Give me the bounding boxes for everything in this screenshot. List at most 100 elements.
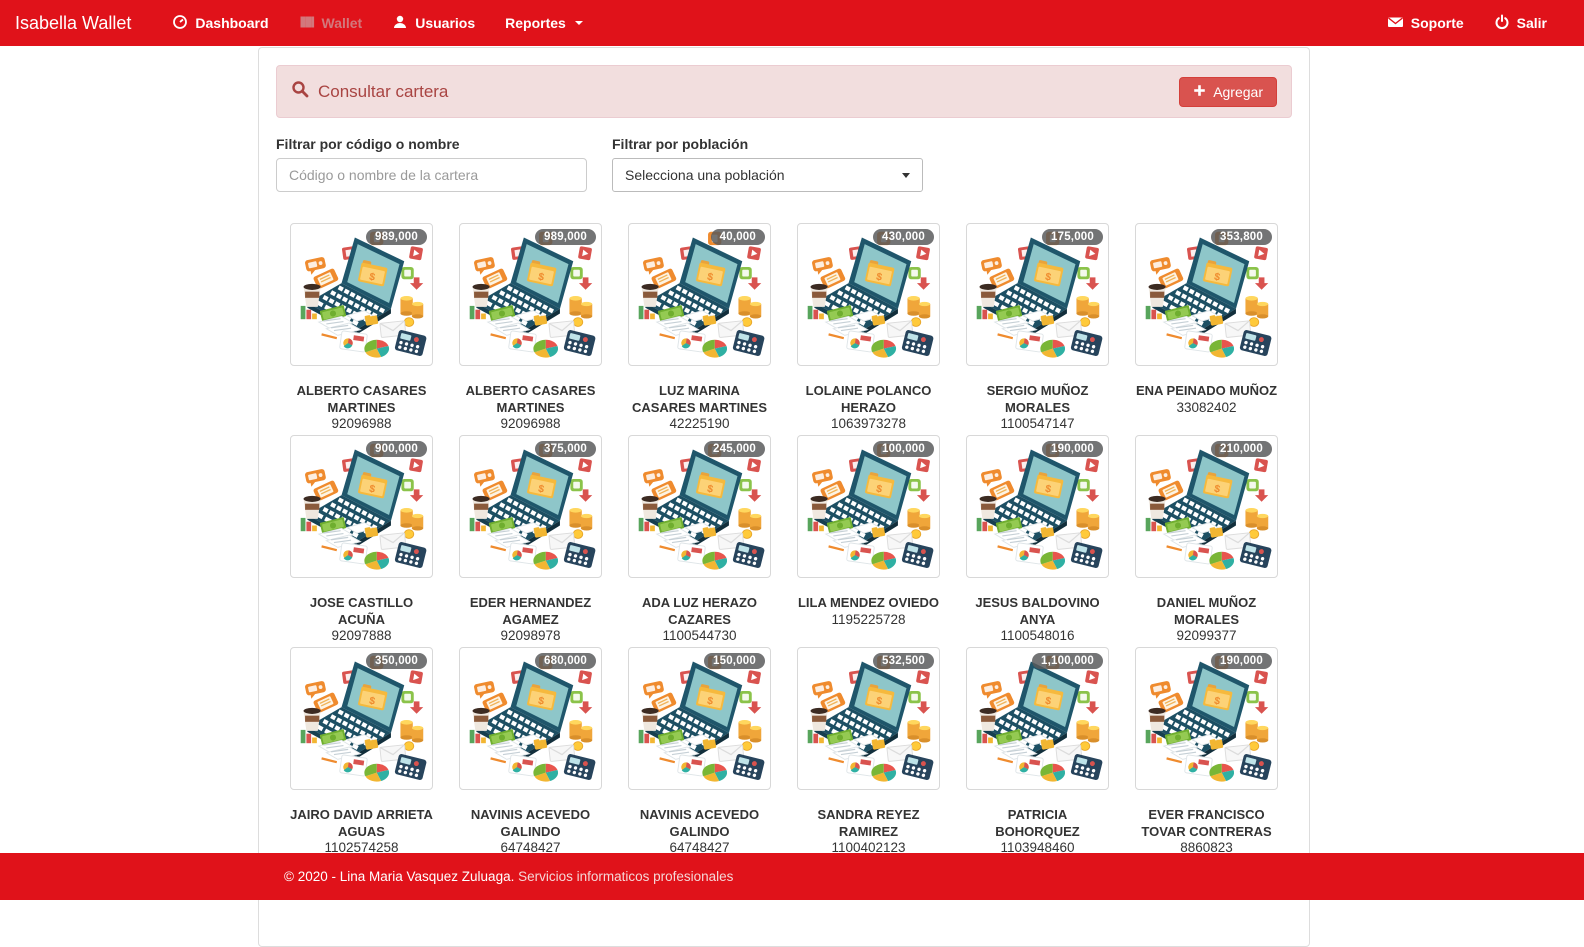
panel-title: Consultar cartera [318,82,448,102]
wallet-card[interactable]: 989,000 ALBERTO CASARES MARTINES 9209698… [290,223,433,435]
nav-item-usuarios[interactable]: Usuarios [377,0,490,46]
wallet-card-image[interactable]: 1,100,000 [966,647,1109,790]
top-navbar: Isabella Wallet Dashboard Wallet Usuario… [0,0,1584,46]
wallet-amount-badge: 210,000 [1211,441,1272,457]
code-search-input[interactable] [276,158,587,192]
main-nav: Dashboard Wallet Usuarios Reportes [157,0,597,46]
wallet-card-id: 92096988 [290,416,433,432]
wallet-amount-badge: 375,000 [535,441,596,457]
wallet-card-id: 92096988 [459,416,602,432]
wallet-card-image[interactable]: 100,000 [797,435,940,578]
chevron-down-icon [575,21,583,25]
wallet-card-id: 1063973278 [797,416,940,432]
wallet-card-name: DANIEL MUÑOZ MORALES [1135,595,1278,628]
wallet-amount-badge: 150,000 [704,653,765,669]
app-brand[interactable]: Isabella Wallet [0,13,143,34]
wallet-amount-badge: 190,000 [1211,653,1272,669]
wallet-card[interactable]: 350,000 JAIRO DAVID ARRIETA AGUAS 110257… [290,647,433,859]
wallet-amount-badge: 532,500 [873,653,934,669]
footer-copyright: © 2020 - Lina Maria Vasquez Zuluaga. [284,869,518,884]
wallet-amount-badge: 245,000 [704,441,765,457]
wallet-card-image[interactable]: 430,000 [797,223,940,366]
wallet-card-name: ALBERTO CASARES MARTINES [459,383,602,416]
wallet-card-name: JESUS BALDOVINO ANYA [966,595,1109,628]
plus-icon [1193,84,1206,100]
nav-item-wallet[interactable]: Wallet [284,0,378,46]
wallet-amount-badge: 190,000 [1042,441,1103,457]
add-wallet-button[interactable]: Agregar [1179,77,1277,107]
wallet-amount-badge: 900,000 [366,441,427,457]
wallet-card[interactable]: 1,100,000 PATRICIA BOHORQUEZ 1103948460 [966,647,1109,859]
wallet-card-image[interactable]: 175,000 [966,223,1109,366]
wallet-card-image[interactable]: 190,000 [1135,647,1278,790]
nav-item-reportes[interactable]: Reportes [490,0,598,46]
wallet-card-name: SERGIO MUÑOZ MORALES [966,383,1109,416]
power-icon [1494,14,1510,33]
wallet-card-image[interactable]: 989,000 [290,223,433,366]
wallet-amount-badge: 1,100,000 [1032,653,1103,669]
wallet-card-name: EDER HERNANDEZ AGAMEZ [459,595,602,628]
wallet-card[interactable]: 532,500 SANDRA REYEZ RAMIREZ 1100402123 [797,647,940,859]
wallet-card-id: 1100547147 [966,416,1109,432]
wallet-amount-badge: 350,000 [366,653,427,669]
wallet-card-id: 1100548016 [966,628,1109,644]
wallet-card-name: NAVINIS ACEVEDO GALINDO [459,807,602,840]
wallet-card[interactable]: 375,000 EDER HERNANDEZ AGAMEZ 92098978 [459,435,602,647]
wallet-card-name: ENA PEINADO MUÑOZ [1135,383,1278,400]
wallet-card-image[interactable]: 900,000 [290,435,433,578]
wallet-card[interactable]: 190,000 EVER FRANCISCO TOVAR CONTRERAS 8… [1135,647,1278,859]
wallet-illustration [464,440,597,573]
nav-item-salir[interactable]: Salir [1479,0,1562,46]
wallet-card[interactable]: 353,800 ENA PEINADO MUÑOZ 33082402 [1135,223,1278,435]
wallet-card-id: 33082402 [1135,400,1278,416]
panel-heading: Consultar cartera Agregar [276,65,1292,118]
wallet-card[interactable]: 245,000 ADA LUZ HERAZO CAZARES 110054473… [628,435,771,647]
footer-services-link[interactable]: Servicios informaticos profesionales [518,869,733,884]
wallet-card[interactable]: 150,000 NAVINIS ACEVEDO GALINDO 64748427 [628,647,771,859]
wallet-card[interactable]: 430,000 LOLAINE POLANCO HERAZO 106397327… [797,223,940,435]
wallet-card-image[interactable]: 245,000 [628,435,771,578]
wallet-illustration [633,228,766,361]
wallet-card-image[interactable]: 353,800 [1135,223,1278,366]
wallet-card-image[interactable]: 375,000 [459,435,602,578]
wallet-amount-badge: 680,000 [535,653,596,669]
wallet-card[interactable]: 100,000 LILA MENDEZ OVIEDO 1195225728 [797,435,940,647]
wallet-illustration [464,652,597,785]
population-select[interactable]: Selecciona una población [612,158,923,192]
filter-code: Filtrar por código o nombre [276,136,587,192]
select-caret-icon [902,173,910,178]
wallet-card[interactable]: 175,000 SERGIO MUÑOZ MORALES 1100547147 [966,223,1109,435]
wallet-illustration [295,228,428,361]
wallet-card-id: 92097888 [290,628,433,644]
wallet-card-image[interactable]: 40,000 [628,223,771,366]
wallet-card-name: ALBERTO CASARES MARTINES [290,383,433,416]
wallet-illustration [971,652,1104,785]
wallet-card[interactable]: 210,000 DANIEL MUÑOZ MORALES 92099377 [1135,435,1278,647]
wallet-card-image[interactable]: 210,000 [1135,435,1278,578]
search-icon [291,80,309,103]
dashboard-icon [172,14,188,33]
wallet-illustration [1140,652,1273,785]
wallet-illustration [633,440,766,573]
wallet-card[interactable]: 989,000 ALBERTO CASARES MARTINES 9209698… [459,223,602,435]
wallet-card-image[interactable]: 532,500 [797,647,940,790]
wallet-illustration [971,440,1104,573]
wallet-card-image[interactable]: 190,000 [966,435,1109,578]
wallet-card-image[interactable]: 989,000 [459,223,602,366]
wallet-amount-badge: 100,000 [873,441,934,457]
wallet-card-image[interactable]: 150,000 [628,647,771,790]
wallet-illustration [295,440,428,573]
wallet-card-image[interactable]: 680,000 [459,647,602,790]
wallet-card-id: 1100544730 [628,628,771,644]
wallet-amount-badge: 989,000 [366,229,427,245]
wallet-card-image[interactable]: 350,000 [290,647,433,790]
wallet-card[interactable]: 900,000 JOSE CASTILLO ACUÑA 92097888 [290,435,433,647]
wallet-card-name: SANDRA REYEZ RAMIREZ [797,807,940,840]
wallet-card[interactable]: 190,000 JESUS BALDOVINO ANYA 1100548016 [966,435,1109,647]
wallet-card[interactable]: 40,000 LUZ MARINA CASARES MARTINES 42225… [628,223,771,435]
wallet-card[interactable]: 680,000 NAVINIS ACEVEDO GALINDO 64748427 [459,647,602,859]
filter-bar: Filtrar por código o nombre Filtrar por … [276,136,1292,192]
nav-item-dashboard[interactable]: Dashboard [157,0,283,46]
nav-item-soporte[interactable]: Soporte [1372,0,1479,46]
wallet-illustration [802,228,935,361]
